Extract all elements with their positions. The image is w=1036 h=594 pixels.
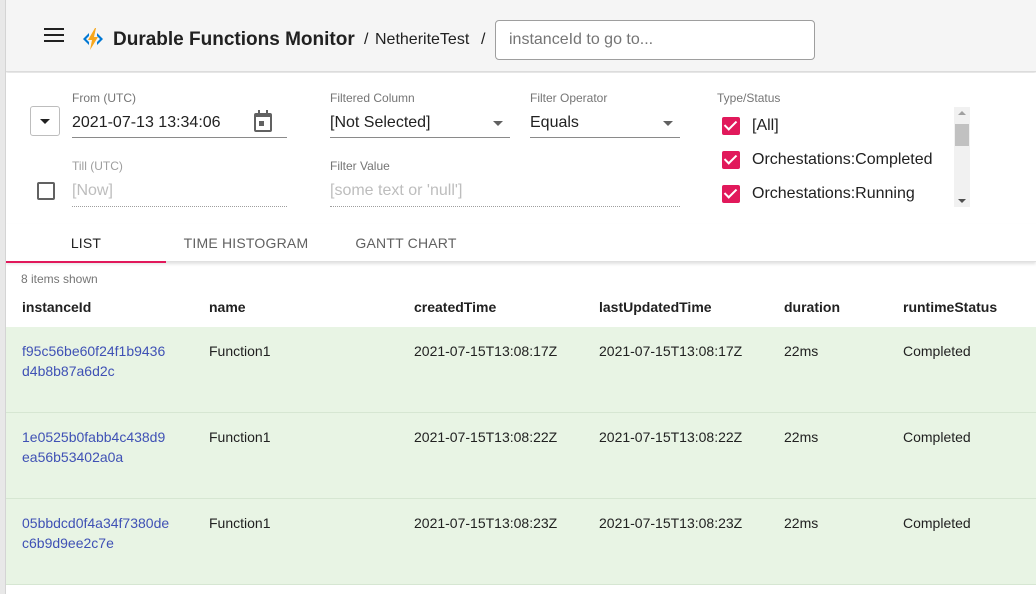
filter-value-input[interactable]: [some text or 'null'] (330, 182, 462, 200)
till-input[interactable]: [Now] (72, 182, 113, 200)
till-label: Till (UTC) (72, 159, 123, 173)
cell-duration: 22ms (784, 429, 819, 445)
cell-name: Function1 (209, 343, 271, 359)
type-status-item-label: Orchestations:Running (752, 185, 915, 202)
cell-last-updated-time: 2021-07-15T13:08:23Z (599, 515, 743, 531)
from-label: From (UTC) (72, 91, 136, 105)
filter-value-underline (330, 206, 680, 207)
tab-gantt-chart[interactable]: GANTT CHART (326, 224, 486, 262)
cell-duration: 22ms (784, 515, 819, 531)
left-window-edge (0, 0, 6, 594)
tab-list[interactable]: LIST (6, 224, 166, 263)
filtered-column-select[interactable]: [Not Selected] (330, 114, 431, 132)
filtered-column-underline (330, 137, 510, 138)
breadcrumb-separator: / (481, 31, 486, 48)
cell-created-time: 2021-07-15T13:08:17Z (414, 343, 558, 359)
app-bar: Durable Functions Monitor / NetheriteTes… (6, 0, 1036, 72)
time-range-dropdown-button[interactable] (30, 106, 60, 136)
view-tabs: LIST TIME HISTOGRAM GANTT CHART (6, 224, 1036, 263)
menu-icon[interactable] (44, 28, 64, 44)
cell-last-updated-time: 2021-07-15T13:08:22Z (599, 429, 743, 445)
items-shown-count: 8 items shown (21, 272, 98, 286)
cell-last-updated-time: 2021-07-15T13:08:17Z (599, 343, 743, 359)
filtered-column-label: Filtered Column (330, 91, 415, 105)
breadcrumb-separator: / (364, 31, 369, 48)
cell-runtime-status: Completed (903, 429, 971, 445)
column-header-instance-id[interactable]: instanceId (22, 299, 91, 315)
breadcrumb-task-hub[interactable]: NetheriteTest (375, 31, 469, 49)
calendar-icon[interactable] (254, 110, 272, 132)
filter-panel: From (UTC) 2021-07-13 13:34:06 Till (UTC… (6, 73, 1036, 224)
scroll-thumb[interactable] (955, 124, 969, 146)
cell-runtime-status: Completed (903, 343, 971, 359)
type-status-item[interactable]: Orchestations:Completed (722, 148, 933, 172)
cell-duration: 22ms (784, 343, 819, 359)
app-title: Durable Functions Monitor (113, 29, 355, 50)
type-status-label: Type/Status (717, 91, 781, 105)
cell-name: Function1 (209, 515, 271, 531)
from-input[interactable]: 2021-07-13 13:34:06 (72, 114, 221, 132)
filter-operator-underline (530, 137, 680, 138)
type-status-item[interactable]: Orchestations:Running (722, 182, 915, 206)
column-header-runtime-status[interactable]: runtimeStatus (903, 299, 997, 315)
type-status-list[interactable]: [All] Orchestations:Completed Orchestati… (706, 107, 970, 207)
checkbox-checked-icon[interactable] (722, 151, 740, 169)
chevron-down-icon[interactable] (663, 121, 673, 126)
till-checkbox[interactable] (37, 182, 55, 200)
table-row: 1e0525b0fabb4c438d9ea56b53402a0a Functio… (6, 413, 1036, 499)
type-status-scrollbar[interactable] (954, 107, 970, 207)
checkbox-checked-icon[interactable] (722, 185, 740, 203)
column-header-duration[interactable]: duration (784, 299, 840, 315)
cell-runtime-status: Completed (903, 515, 971, 531)
table-row: 05bbdcd0f4a34f7380dec6b9d9ee2c7e Functio… (6, 499, 1036, 585)
column-header-last-updated-time[interactable]: lastUpdatedTime (599, 299, 712, 315)
column-header-name[interactable]: name (209, 299, 246, 315)
type-status-item[interactable]: [All] (722, 114, 779, 138)
filter-value-label: Filter Value (330, 159, 390, 173)
instance-id-link[interactable]: 05bbdcd0f4a34f7380dec6b9d9ee2c7e (22, 513, 172, 553)
from-underline (72, 137, 287, 138)
cell-created-time: 2021-07-15T13:08:22Z (414, 429, 558, 445)
logo-icon (83, 28, 103, 50)
tab-time-histogram[interactable]: TIME HISTOGRAM (166, 224, 326, 262)
instance-id-link[interactable]: 1e0525b0fabb4c438d9ea56b53402a0a (22, 427, 172, 467)
cell-name: Function1 (209, 429, 271, 445)
type-status-item-label: Orchestations:Completed (752, 151, 933, 168)
instance-id-goto-input[interactable] (495, 20, 815, 60)
cell-created-time: 2021-07-15T13:08:23Z (414, 515, 558, 531)
scroll-up-arrow-icon[interactable] (958, 111, 966, 115)
till-underline (72, 206, 287, 207)
checkbox-checked-icon[interactable] (722, 117, 740, 135)
type-status-item-label: [All] (752, 117, 779, 134)
instance-id-link[interactable]: f95c56be60f24f1b9436d4b8b87a6d2c (22, 341, 172, 381)
column-header-created-time[interactable]: createdTime (414, 299, 496, 315)
filter-operator-label: Filter Operator (530, 91, 608, 105)
filter-operator-select[interactable]: Equals (530, 114, 579, 132)
scroll-down-arrow-icon[interactable] (958, 199, 966, 203)
table-row: f95c56be60f24f1b9436d4b8b87a6d2c Functio… (6, 327, 1036, 413)
chevron-down-icon[interactable] (493, 121, 503, 126)
